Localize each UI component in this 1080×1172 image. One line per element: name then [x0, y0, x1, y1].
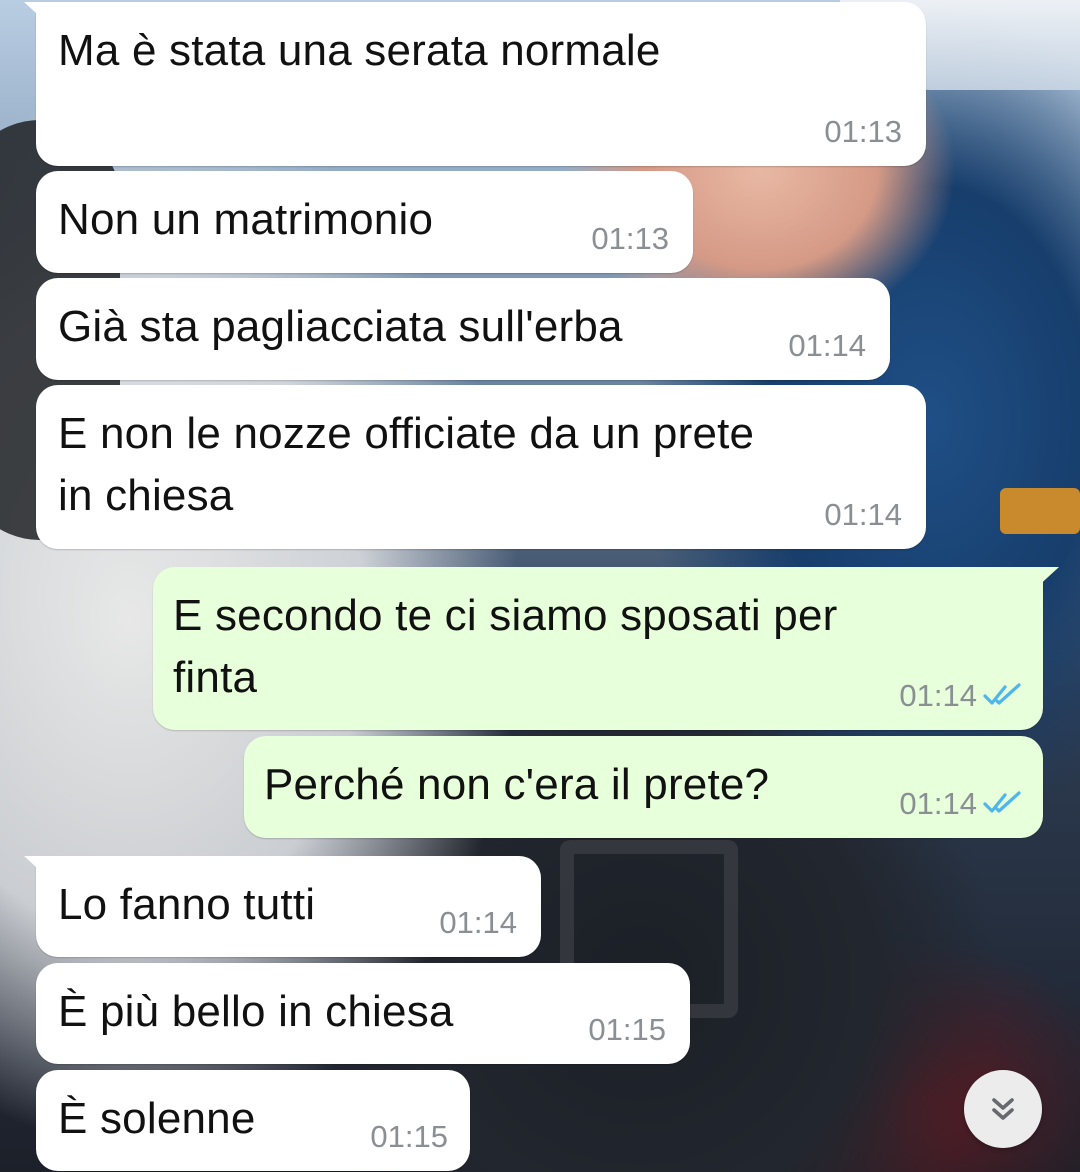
- message-text: Non un matrimonio: [58, 195, 434, 244]
- double-check-icon: [983, 683, 1021, 705]
- bubble-tail: [1035, 567, 1059, 589]
- double-check-icon: [983, 791, 1021, 813]
- message-text-line: in chiesa: [58, 471, 234, 520]
- bubble-tail: [24, 2, 48, 24]
- message-outgoing[interactable]: Perché non c'era il prete? 01:14: [244, 736, 1043, 838]
- message-text: È più bello in chiesa: [58, 987, 454, 1036]
- message-text: È solenne: [58, 1094, 256, 1143]
- message-incoming[interactable]: Ma è stata una serata normale 01:13: [24, 2, 926, 166]
- message-incoming[interactable]: Lo fanno tutti 01:14: [24, 856, 541, 957]
- bubble-tail: [24, 856, 48, 878]
- message-incoming[interactable]: Non un matrimonio 01:13: [36, 171, 693, 273]
- message-outgoing[interactable]: E secondo te ci siamo sposati per finta …: [153, 567, 1059, 730]
- message-time: 01:14: [899, 786, 977, 821]
- message-text: Già sta pagliacciata sull'erba: [58, 302, 623, 351]
- message-time: 01:13: [824, 114, 902, 149]
- message-time: 01:14: [899, 678, 977, 713]
- message-text: Perché non c'era il prete?: [264, 760, 770, 809]
- message-text-line: E secondo te ci siamo sposati per: [173, 591, 838, 640]
- scroll-to-bottom-button[interactable]: [964, 1070, 1042, 1148]
- message-incoming[interactable]: È solenne 01:15: [36, 1070, 470, 1171]
- message-text-line: E non le nozze officiate da un prete: [58, 409, 755, 458]
- message-time: 01:13: [591, 221, 669, 256]
- message-time: 01:14: [788, 328, 866, 363]
- message-text-line: finta: [173, 653, 258, 702]
- message-time: 01:15: [370, 1119, 448, 1154]
- message-list[interactable]: Ma è stata una serata normale 01:13 Non …: [0, 0, 1080, 1172]
- message-incoming[interactable]: E non le nozze officiate da un prete in …: [36, 385, 926, 549]
- message-incoming[interactable]: È più bello in chiesa 01:15: [36, 963, 690, 1064]
- message-time: 01:15: [588, 1012, 666, 1047]
- message-time: 01:14: [439, 905, 517, 940]
- message-text: Lo fanno tutti: [58, 880, 316, 929]
- message-text: Ma è stata una serata normale: [58, 26, 661, 75]
- message-time: 01:14: [824, 497, 902, 532]
- chevron-double-down-icon: [992, 1098, 1014, 1120]
- message-incoming[interactable]: Già sta pagliacciata sull'erba 01:14: [36, 278, 890, 380]
